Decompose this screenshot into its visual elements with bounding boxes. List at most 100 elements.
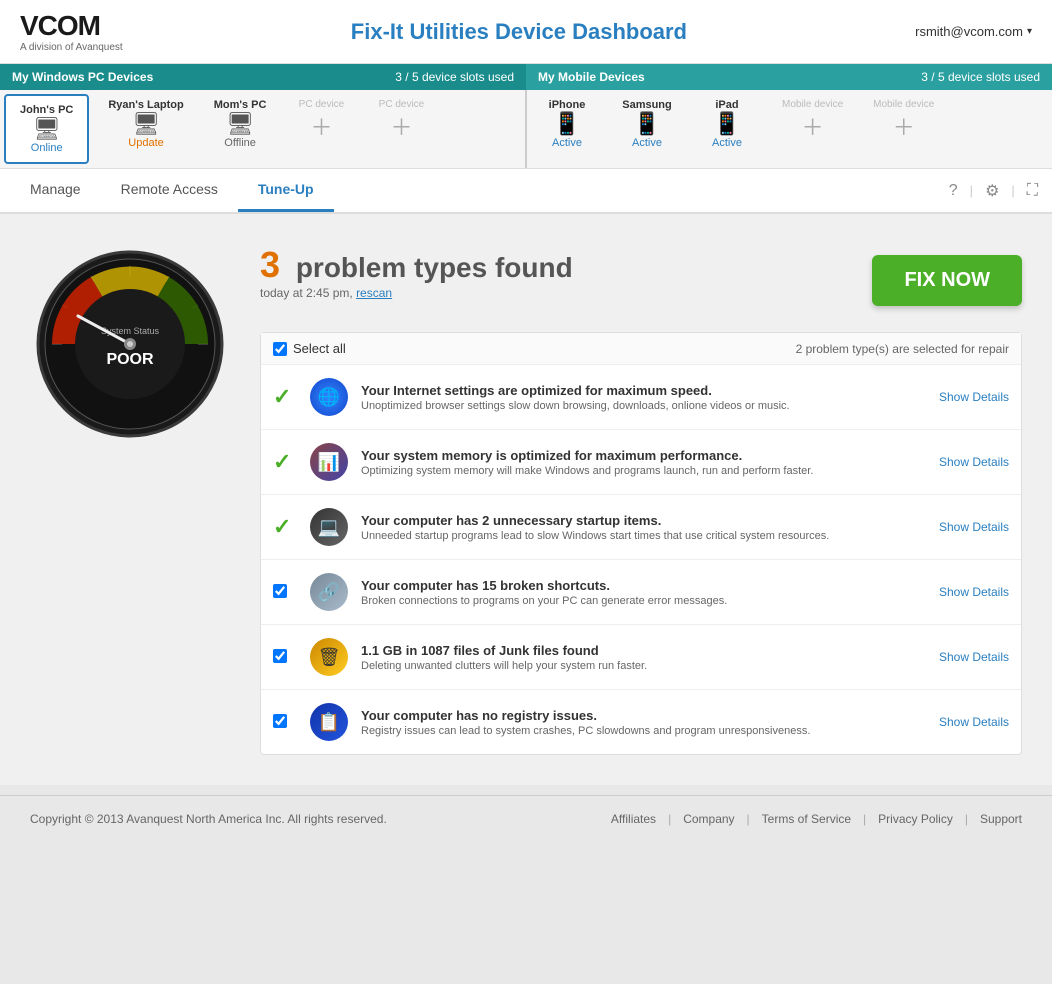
user-email: rsmith@vcom.com	[915, 24, 1023, 39]
footer-link-support[interactable]: Support	[980, 812, 1022, 826]
settings-icon[interactable]: ⚙	[981, 177, 1003, 205]
green-check-icon: ✓	[273, 384, 297, 410]
mobile-device-tab-0[interactable]: iPhone📱Active	[527, 90, 607, 168]
problem-count: 3	[260, 244, 280, 286]
mobile-device-tab-1[interactable]: Samsung📱Active	[607, 90, 687, 168]
select-all-area: Select all	[273, 341, 346, 356]
gauge-area: System Status POOR	[30, 244, 230, 755]
problem-item-3: 🔗 Your computer has 15 broken shortcuts.…	[261, 560, 1021, 625]
content-area: System Status POOR 3 problem types found…	[0, 214, 1052, 785]
device-tab-label: John's PC	[20, 104, 73, 116]
rescan-link[interactable]: rescan	[356, 286, 392, 300]
show-details-link[interactable]: Show Details	[939, 650, 1009, 664]
problem-list: Select all 2 problem type(s) are selecte…	[260, 332, 1022, 755]
nav-tab-tune-up[interactable]: Tune-Up	[238, 169, 334, 212]
green-check-icon: ✓	[273, 514, 297, 540]
footer-separator: |	[863, 812, 866, 826]
mobile-icon: 📱	[553, 111, 580, 137]
problem-desc: Unneeded startup programs lead to slow W…	[361, 530, 929, 542]
problem-title: Your computer has 2 unnecessary startup …	[361, 513, 929, 528]
problem-info: Your computer has 15 broken shortcuts. B…	[361, 578, 929, 607]
problem-desc: Registry issues can lead to system crash…	[361, 725, 929, 737]
user-menu[interactable]: rsmith@vcom.com ▾	[915, 24, 1032, 39]
device-status: Active	[632, 137, 662, 149]
nav-tab-manage[interactable]: Manage	[10, 169, 101, 212]
checkbox-area[interactable]	[273, 714, 297, 731]
footer-separator: |	[668, 812, 671, 826]
gauge-chart: System Status POOR	[30, 244, 230, 444]
problem-checkbox[interactable]	[273, 714, 287, 728]
pc-device-tab-3[interactable]: PC device＋	[281, 90, 361, 168]
device-tab-label: iPhone	[549, 99, 586, 111]
footer-separator: |	[965, 812, 968, 826]
help-icon[interactable]: ?	[945, 178, 962, 204]
header: VCOM A division of Avanquest Fix-It Util…	[0, 0, 1052, 64]
pc-icon: 🖥	[33, 116, 61, 142]
device-status: Active	[552, 137, 582, 149]
device-tab-label: PC device	[299, 99, 345, 110]
problem-items-container: ✓ 🌐 Your Internet settings are optimized…	[261, 365, 1021, 754]
device-tab-label: Ryan's Laptop	[108, 99, 183, 111]
problem-item-5: 📋 Your computer has no registry issues. …	[261, 690, 1021, 754]
show-details-link[interactable]: Show Details	[939, 520, 1009, 534]
main-nav: ManageRemote AccessTune-Up ? | ⚙ | ⛶	[0, 169, 1052, 214]
problem-title: Your computer has 15 broken shortcuts.	[361, 578, 929, 593]
problem-sub: today at 2:45 pm, rescan	[260, 286, 573, 300]
problem-item-4: 🗑 1.1 GB in 1087 files of Junk files fou…	[261, 625, 1021, 690]
checkbox-area[interactable]	[273, 584, 297, 601]
nav-tab-remote-access[interactable]: Remote Access	[101, 169, 238, 212]
pc-device-tab-2[interactable]: Mom's PC🖥Offline	[199, 90, 282, 168]
mobile-bar-slots: 3 / 5 device slots used	[921, 70, 1040, 84]
mobile-device-tab-3[interactable]: Mobile device＋	[767, 90, 858, 168]
svg-text:POOR: POOR	[106, 351, 154, 368]
logo-sub: A division of Avanquest	[20, 42, 123, 53]
mobile-icon: 📱	[713, 111, 740, 137]
pc-device-tab-1[interactable]: Ryan's Laptop🖥Update	[93, 90, 198, 168]
pc-icon: 🖥	[132, 111, 160, 137]
mobile-icon: 📱	[633, 111, 660, 137]
problem-info: Your Internet settings are optimized for…	[361, 383, 929, 412]
pc-device-tabs: John's PC🖥OnlineRyan's Laptop🖥UpdateMom'…	[0, 90, 527, 168]
show-details-link[interactable]: Show Details	[939, 390, 1009, 404]
problem-info: 1.1 GB in 1087 files of Junk files found…	[361, 643, 929, 672]
mobile-device-tab-2[interactable]: iPad📱Active	[687, 90, 767, 168]
header-title: Fix-It Utilities Device Dashboard	[351, 19, 687, 45]
select-all-label: Select all	[293, 341, 346, 356]
add-icon: ＋	[893, 110, 915, 142]
pc-device-tab-4[interactable]: PC device＋	[361, 90, 441, 168]
device-tab-label: Mobile device	[782, 99, 843, 110]
add-icon: ＋	[310, 110, 332, 142]
problem-icon-area: 📊	[307, 440, 351, 484]
show-details-link[interactable]: Show Details	[939, 455, 1009, 469]
problem-icon-area: 📋	[307, 700, 351, 744]
problem-icon-area: 🔗	[307, 570, 351, 614]
pc-icon: 🖥	[226, 111, 254, 137]
content-inner: System Status POOR 3 problem types found…	[30, 244, 1022, 755]
problem-info: Your system memory is optimized for maxi…	[361, 448, 929, 477]
fix-now-button[interactable]: FIX NOW	[872, 255, 1022, 306]
select-all-checkbox[interactable]	[273, 342, 287, 356]
footer-link-privacy-policy[interactable]: Privacy Policy	[878, 812, 953, 826]
pc-device-tab-0[interactable]: John's PC🖥Online	[4, 94, 89, 164]
footer-link-terms-of-service[interactable]: Terms of Service	[762, 812, 851, 826]
footer-link-affiliates[interactable]: Affiliates	[611, 812, 656, 826]
device-tab-label: iPad	[715, 99, 738, 111]
expand-icon[interactable]: ⛶	[1023, 178, 1042, 204]
mobile-device-tab-4[interactable]: Mobile device＋	[858, 90, 949, 168]
footer-link-company[interactable]: Company	[683, 812, 734, 826]
footer: Copyright © 2013 Avanquest North America…	[0, 795, 1052, 842]
checkbox-area[interactable]	[273, 649, 297, 666]
problem-checkbox[interactable]	[273, 584, 287, 598]
show-details-link[interactable]: Show Details	[939, 585, 1009, 599]
device-tabs: John's PC🖥OnlineRyan's Laptop🖥UpdateMom'…	[0, 90, 1052, 169]
logo-area: VCOM A division of Avanquest	[20, 10, 123, 53]
pc-bar-label: My Windows PC Devices	[12, 70, 395, 84]
add-icon: ＋	[802, 110, 824, 142]
shortcuts-icon: 🔗	[310, 573, 348, 611]
show-details-link[interactable]: Show Details	[939, 715, 1009, 729]
junk-icon: 🗑	[310, 638, 348, 676]
problem-checkbox[interactable]	[273, 649, 287, 663]
device-tab-label: Mobile device	[873, 99, 934, 110]
device-status: Update	[128, 137, 163, 149]
mobile-device-tabs: iPhone📱ActiveSamsung📱ActiveiPad📱ActiveMo…	[527, 90, 1052, 168]
